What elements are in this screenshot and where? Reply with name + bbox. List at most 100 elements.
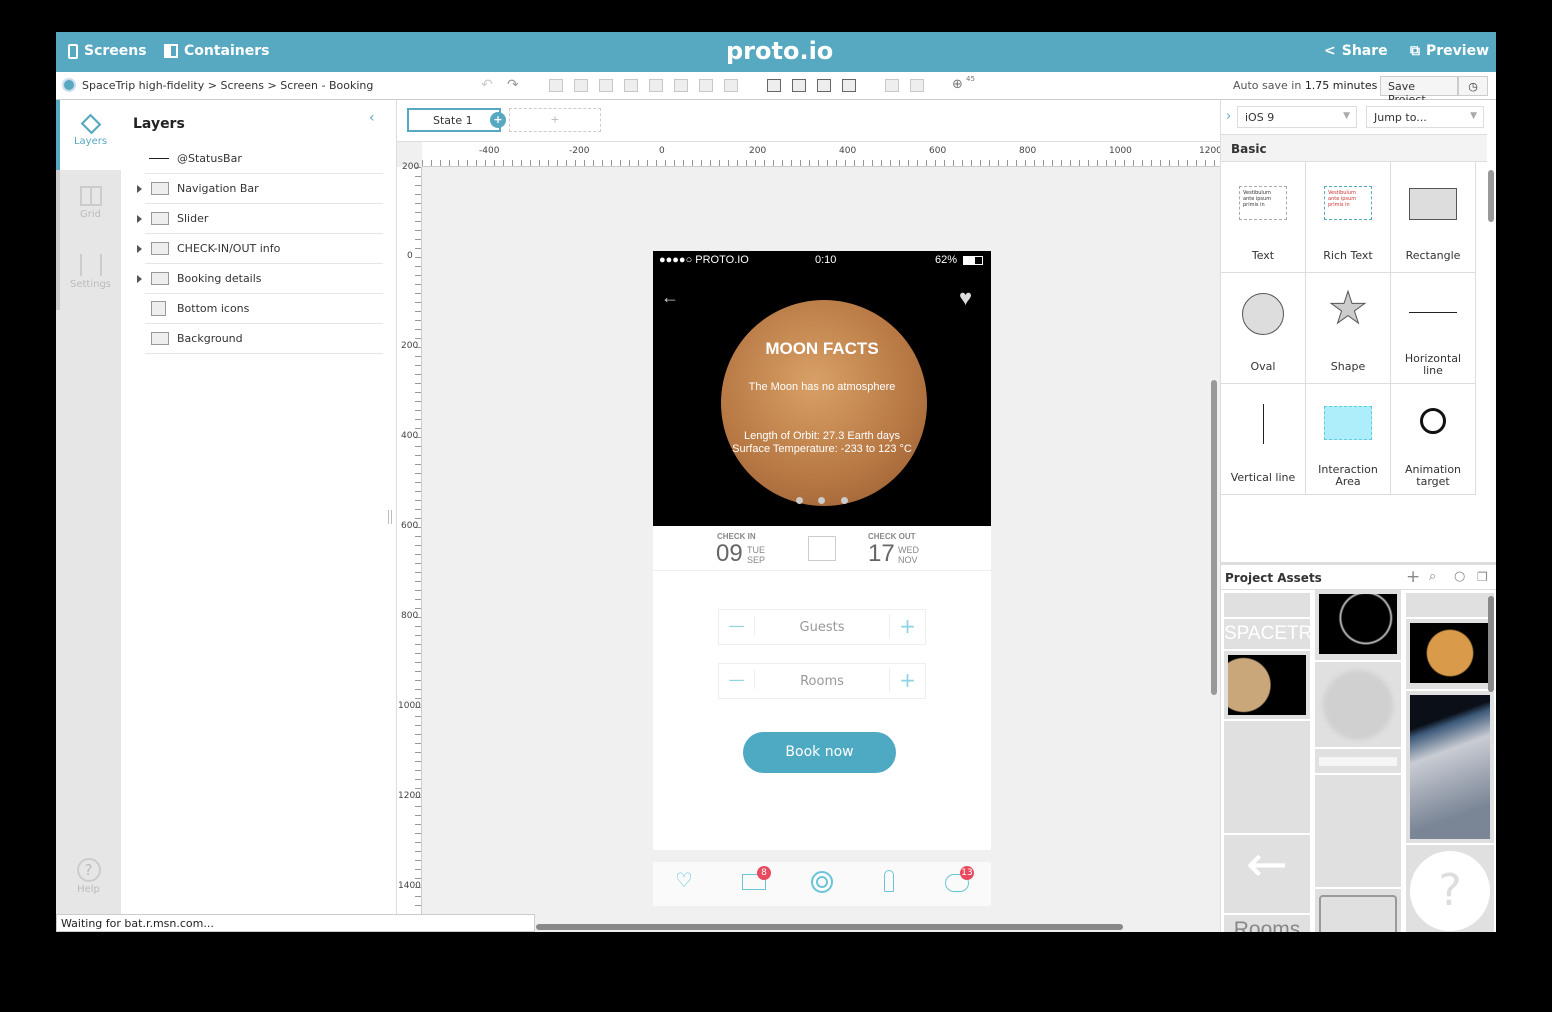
- minus-icon[interactable]: —: [719, 670, 755, 689]
- components-scrollbar[interactable]: [1488, 170, 1494, 222]
- horizontal-ruler[interactable]: -400 -200 0 200 400 600 800 1000 1200: [422, 142, 1222, 167]
- distribute-v-icon[interactable]: [724, 79, 738, 92]
- component-oval[interactable]: Oval: [1221, 273, 1306, 384]
- asset-arrow[interactable]: ←: [1224, 835, 1310, 913]
- plus-icon[interactable]: +: [889, 614, 925, 638]
- device-select[interactable]: iOS 9 ▼: [1237, 106, 1357, 128]
- component-horizontal-line[interactable]: Horizontal line: [1391, 273, 1476, 384]
- asset-item[interactable]: [1406, 593, 1494, 617]
- heart-icon[interactable]: ♥: [959, 285, 972, 311]
- layer-item[interactable]: @StatusBar: [145, 144, 383, 174]
- rocket-tab-icon[interactable]: [884, 870, 894, 892]
- minus-icon[interactable]: —: [719, 616, 755, 635]
- info-icon[interactable]: [62, 78, 76, 92]
- checkout-day[interactable]: 17: [868, 540, 895, 568]
- expand-icon[interactable]: [137, 215, 142, 223]
- vertical-ruler[interactable]: 200 0 200 400 600 800 1000 1200 1400: [397, 162, 422, 932]
- align-middle-icon[interactable]: [649, 79, 663, 92]
- asset-help[interactable]: ?: [1406, 845, 1494, 932]
- expand-icon[interactable]: [137, 185, 142, 193]
- align-right-icon[interactable]: [599, 79, 613, 92]
- heart-tab-icon[interactable]: ♡: [675, 868, 693, 892]
- add-asset-icon[interactable]: +: [1406, 567, 1420, 587]
- asset-item[interactable]: [1224, 651, 1310, 719]
- layer-item[interactable]: Bottom icons: [145, 294, 383, 324]
- state-tab[interactable]: State 1: [407, 108, 501, 132]
- page-dot[interactable]: [841, 497, 848, 504]
- window-icon[interactable]: ❐: [1477, 570, 1488, 584]
- collapse-panel-icon[interactable]: ‹: [369, 110, 375, 126]
- page-dot[interactable]: [796, 497, 803, 504]
- rail-settings[interactable]: Settings: [56, 240, 121, 310]
- guests-stepper[interactable]: — Guests +: [718, 609, 926, 645]
- book-now-button[interactable]: Book now: [743, 732, 896, 773]
- component-animation-target[interactable]: Animation target: [1391, 384, 1476, 495]
- breadcrumb[interactable]: SpaceTrip high-fidelity > Screens > Scre…: [82, 79, 373, 92]
- assets-scrollbar[interactable]: [1488, 596, 1494, 692]
- align-top-icon[interactable]: [624, 79, 638, 92]
- ungroup-icon[interactable]: [910, 79, 924, 92]
- layer-item[interactable]: Background: [145, 324, 383, 354]
- undo-icon[interactable]: ↶: [481, 77, 493, 93]
- expand-icon[interactable]: [137, 245, 142, 253]
- send-back-icon[interactable]: [842, 79, 856, 92]
- layer-item[interactable]: Navigation Bar: [137, 174, 383, 204]
- asset-calendar[interactable]: [1315, 889, 1401, 932]
- asset-item[interactable]: [1315, 775, 1401, 887]
- asset-item[interactable]: [1224, 721, 1310, 833]
- new-state-placeholder[interactable]: +: [509, 108, 601, 132]
- moon-slider[interactable]: ●●●●○ PROTO.IO 0:10 62% ← ♥ MOON FACTS T…: [653, 251, 991, 526]
- asset-item[interactable]: [1406, 619, 1494, 689]
- rail-layers[interactable]: Layers: [56, 100, 121, 170]
- expand-icon[interactable]: [137, 275, 142, 283]
- section-basic[interactable]: Basic: [1221, 134, 1487, 162]
- checkin-day[interactable]: 09: [716, 540, 743, 568]
- component-shape[interactable]: ★ Shape: [1306, 273, 1391, 384]
- jump-to-select[interactable]: Jump to... ▼: [1366, 106, 1484, 128]
- send-backward-icon[interactable]: [817, 79, 831, 92]
- history-icon[interactable]: ◷: [1458, 76, 1488, 96]
- horizontal-scrollbar[interactable]: [536, 924, 1123, 930]
- align-bottom-icon[interactable]: [674, 79, 688, 92]
- component-vertical-line[interactable]: Vertical line: [1221, 384, 1306, 495]
- calendar-icon[interactable]: [808, 536, 836, 561]
- planet-tab-icon[interactable]: [811, 871, 833, 893]
- plus-icon[interactable]: +: [889, 668, 925, 692]
- component-rectangle[interactable]: Rectangle: [1391, 162, 1476, 273]
- search-icon[interactable]: ⌕: [1429, 569, 1436, 584]
- layer-item[interactable]: Booking details: [137, 264, 383, 294]
- distribute-h-icon[interactable]: [699, 79, 713, 92]
- layer-item[interactable]: CHECK-IN/OUT info: [137, 234, 383, 264]
- bring-forward-icon[interactable]: [792, 79, 806, 92]
- align-left-icon[interactable]: [549, 79, 563, 92]
- component-interaction-area[interactable]: Interaction Area: [1306, 384, 1391, 495]
- redo-icon[interactable]: ↷: [507, 77, 519, 93]
- layer-item[interactable]: Slider: [137, 204, 383, 234]
- canvas[interactable]: State 1 + + -400 -200 0 200 400 600 800 …: [388, 100, 1222, 932]
- zoom-icon[interactable]: ⊕: [952, 77, 963, 92]
- group-icon[interactable]: [885, 79, 899, 92]
- asset-spacetrip[interactable]: SPACETRIP: [1224, 619, 1330, 649]
- back-arrow-icon[interactable]: ←: [661, 287, 679, 308]
- panel-resize-handle[interactable]: [388, 510, 392, 524]
- canvas-vertical-scrollbar[interactable]: [1211, 380, 1217, 695]
- component-rich-text[interactable]: Vestibulum ante ipsum primis in Rich Text: [1306, 162, 1391, 273]
- expand-panel-icon[interactable]: ›: [1226, 109, 1231, 124]
- rail-grid[interactable]: Grid: [56, 170, 121, 240]
- rooms-stepper[interactable]: — Rooms +: [718, 663, 926, 699]
- asset-item[interactable]: [1315, 749, 1401, 773]
- phone-screen[interactable]: ●●●●○ PROTO.IO 0:10 62% ← ♥ MOON FACTS T…: [653, 251, 991, 906]
- align-center-icon[interactable]: [574, 79, 588, 92]
- add-state-icon[interactable]: +: [490, 112, 506, 128]
- asset-item[interactable]: [1315, 662, 1401, 747]
- preview-button[interactable]: ⧉ Preview: [1410, 43, 1489, 59]
- asset-item[interactable]: [1315, 590, 1401, 660]
- bring-front-icon[interactable]: [767, 79, 781, 92]
- containers-button[interactable]: Containers: [164, 43, 270, 59]
- save-project-button[interactable]: Save Project: [1380, 76, 1458, 106]
- component-text[interactable]: Vestibulum ante ipsum primis in Text: [1221, 162, 1306, 273]
- screens-button[interactable]: Screens: [68, 43, 147, 59]
- share-button[interactable]: < Share: [1324, 43, 1388, 59]
- asset-item[interactable]: [1406, 691, 1494, 843]
- asset-item[interactable]: [1224, 593, 1310, 617]
